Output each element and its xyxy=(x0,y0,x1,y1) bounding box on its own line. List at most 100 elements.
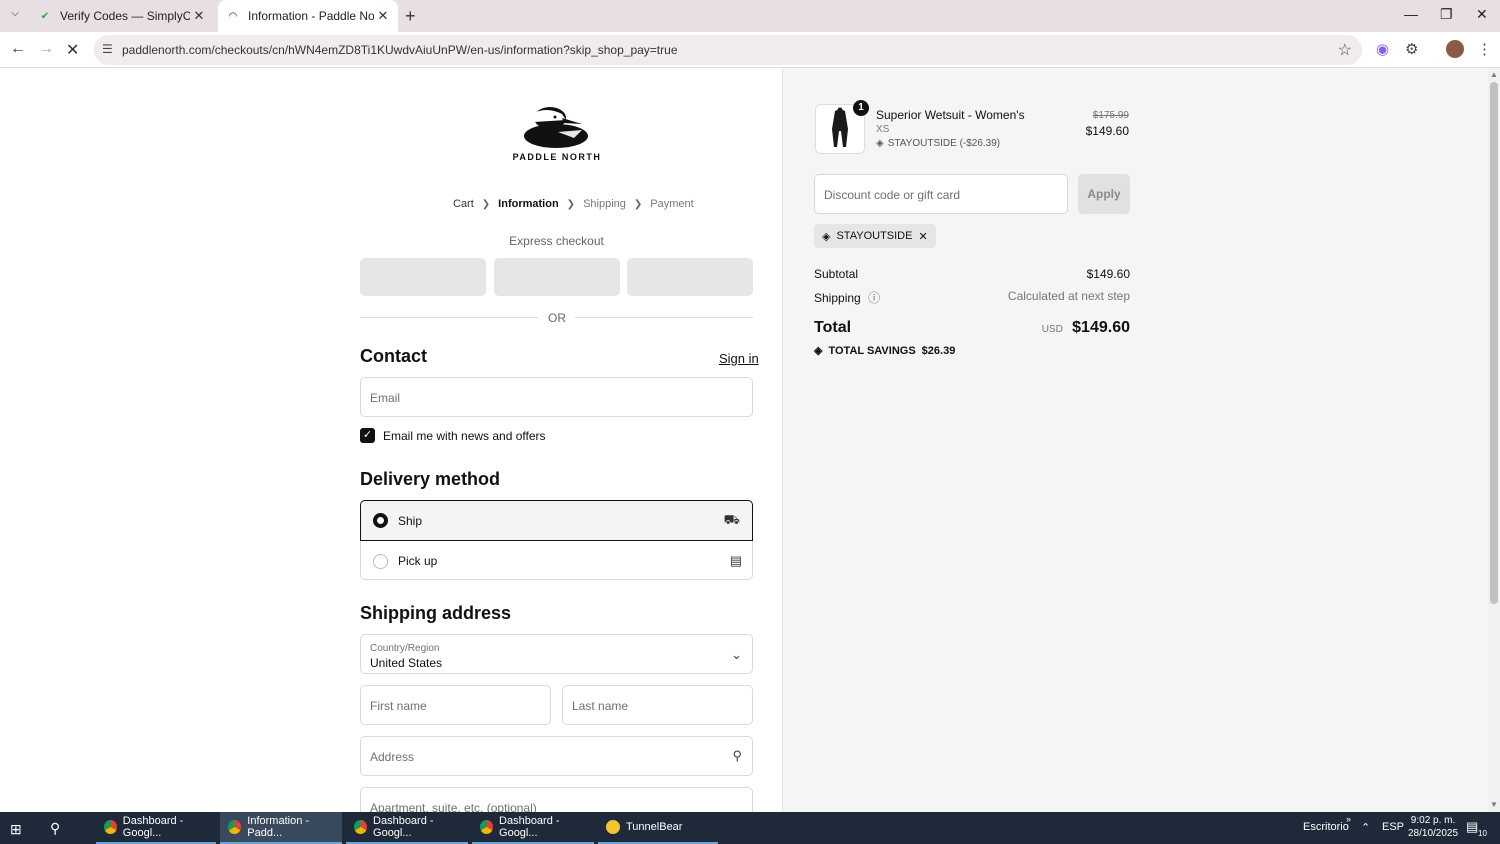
chevron-right-icon: ❯ xyxy=(481,198,491,210)
new-tab-icon[interactable]: + xyxy=(405,6,416,27)
express-checkout-button-1[interactable] xyxy=(360,258,486,296)
back-icon[interactable]: ← xyxy=(10,40,26,58)
taskbar-item-chrome-2[interactable]: Information - Padd... xyxy=(220,812,342,844)
sign-in-link[interactable]: Sign in xyxy=(719,351,759,366)
subtotal-label: Subtotal xyxy=(814,267,859,281)
chrome-icon xyxy=(354,820,368,834)
close-tab-icon[interactable]: ✕ xyxy=(374,8,392,24)
newsletter-checkbox[interactable]: ✓ xyxy=(360,428,375,443)
system-clock[interactable]: 9:02 p. m. 28/10/2025 xyxy=(1408,814,1458,840)
bookmark-star-icon[interactable]: ☆ xyxy=(1338,40,1352,60)
last-name-field[interactable]: Last name xyxy=(562,685,753,725)
newsletter-option[interactable]: ✓ Email me with news and offers xyxy=(360,428,546,443)
scroll-down-icon[interactable]: ▼ xyxy=(1490,800,1498,809)
shipping-label-wrap: Shipping ⓘ xyxy=(814,289,880,306)
total-label: Total xyxy=(814,319,852,336)
express-checkout-label: Express checkout xyxy=(509,234,604,248)
applied-discount-chip: ◈ STAYOUTSIDE ✕ xyxy=(814,224,936,248)
total-amount: $149.60 xyxy=(1072,319,1130,336)
total-row: Total USD $149.60 xyxy=(814,319,1130,341)
address-placeholder: Address xyxy=(370,750,415,764)
apply-button[interactable]: Apply xyxy=(1078,174,1130,214)
tab-strip: ⌵ ✔ Verify Codes — SimplyCodes ✕ ◠ Infor… xyxy=(0,0,1500,32)
close-window-icon[interactable]: ✕ xyxy=(1476,6,1488,23)
contact-heading: Contact xyxy=(360,346,427,366)
site-info-icon[interactable]: ☰ xyxy=(102,42,113,56)
country-select[interactable]: Country/Region United States ⌄ xyxy=(360,634,753,674)
breadcrumb: Cart ❯ Information ❯ Shipping ❯ Payment xyxy=(453,198,694,210)
tab-simplycodes[interactable]: ✔ Verify Codes — SimplyCodes ✕ xyxy=(30,0,214,32)
scrollbar-thumb[interactable] xyxy=(1490,82,1498,604)
product-variant: XS xyxy=(876,124,890,135)
tunnelbear-icon xyxy=(606,820,620,834)
search-icon[interactable]: ⚲ xyxy=(50,820,60,837)
breadcrumb-information: Information xyxy=(498,198,559,210)
country-label: Country/Region xyxy=(370,643,440,654)
tab-paddle-north[interactable]: ◠ Information - Paddle North - Ch ✕ xyxy=(218,0,398,32)
email-field[interactable]: Email xyxy=(360,377,753,417)
delivery-option-ship[interactable]: Ship ⛟ xyxy=(360,500,753,541)
tab-search-button[interactable]: ⌵ xyxy=(6,8,24,24)
scroll-up-icon[interactable]: ▲ xyxy=(1490,70,1498,79)
tab-title: Information - Paddle North - Ch xyxy=(248,9,374,23)
close-tab-icon[interactable]: ✕ xyxy=(190,8,208,24)
quantity-badge: 1 xyxy=(853,100,869,116)
savings-label: TOTAL SAVINGS xyxy=(828,344,916,357)
extension-simplycodes-icon[interactable]: ◉ xyxy=(1376,40,1389,58)
store-icon: ▤ xyxy=(729,553,742,568)
product-price: $149.60 xyxy=(1085,124,1129,138)
shipping-value: Calculated at next step xyxy=(1007,289,1130,303)
tag-icon: ◈ xyxy=(822,230,831,243)
taskbar-item-chrome-4[interactable]: Dashboard - Googl... xyxy=(472,812,594,844)
browser-toolbar: ← → ✕ ☰ paddlenorth.com/checkouts/cn/hWN… xyxy=(0,32,1500,68)
discount-code-placeholder: Discount code or gift card xyxy=(824,188,961,202)
clock-time: 9:02 p. m. xyxy=(1410,815,1456,826)
breadcrumb-cart[interactable]: Cart xyxy=(453,198,474,210)
restore-icon[interactable]: ❐ xyxy=(1440,6,1453,23)
extensions-puzzle-icon[interactable]: ⚙ xyxy=(1405,40,1418,58)
first-name-field[interactable]: First name xyxy=(360,685,551,725)
stop-loading-icon[interactable]: ✕ xyxy=(66,40,79,60)
tag-icon: ◈ xyxy=(876,138,884,149)
input-language[interactable]: ESP xyxy=(1382,821,1404,833)
windows-start-icon[interactable]: ⊞ xyxy=(10,821,22,838)
breadcrumb-shipping: Shipping xyxy=(583,198,626,210)
tray-chevron-up-icon[interactable]: ⌃ xyxy=(1361,821,1370,834)
menu-kebab-icon[interactable]: ⋮ xyxy=(1477,40,1492,58)
apartment-field[interactable]: Apartment, suite, etc. (optional) xyxy=(360,787,753,812)
url-text[interactable]: paddlenorth.com/checkouts/cn/hWN4emZD8Ti… xyxy=(122,43,678,57)
toolbar-expand-icon[interactable]: » xyxy=(1346,814,1351,824)
discount-code-field[interactable]: Discount code or gift card xyxy=(814,174,1068,214)
truck-icon: ⛟ xyxy=(723,511,740,527)
delivery-option-pickup[interactable]: Pick up ▤ xyxy=(361,541,754,581)
page-scrollbar[interactable]: ▲ ▼ xyxy=(1488,68,1500,812)
pickup-label: Pick up xyxy=(398,554,438,568)
help-circle-icon[interactable]: ⓘ xyxy=(868,291,880,305)
address-bar[interactable]: ☰ paddlenorth.com/checkouts/cn/hWN4emZD8… xyxy=(94,35,1362,65)
notification-center-icon[interactable]: ▤ xyxy=(1466,819,1478,835)
or-text: OR xyxy=(548,311,566,325)
remove-discount-icon[interactable]: ✕ xyxy=(918,230,927,243)
paddle-north-logo[interactable]: PADDLE NORTH xyxy=(512,104,602,168)
taskbar-item-tunnelbear[interactable]: TunnelBear xyxy=(598,812,718,844)
ship-radio[interactable] xyxy=(373,513,388,528)
forward-icon[interactable]: → xyxy=(38,40,54,58)
checkout-page: PADDLE NORTH Cart ❯ Information ❯ Shippi… xyxy=(0,68,1488,812)
address-field[interactable]: Address ⚲ xyxy=(360,736,753,776)
subtotal-value: $149.60 xyxy=(1086,267,1130,281)
taskbar-item-chrome-1[interactable]: Dashboard - Googl... xyxy=(96,812,216,844)
first-name-placeholder: First name xyxy=(370,699,427,713)
taskbar-item-label: Dashboard - Googl... xyxy=(499,815,560,839)
chevron-right-icon: ❯ xyxy=(633,198,643,210)
minimize-icon[interactable]: — xyxy=(1404,6,1418,22)
express-checkout-button-3[interactable] xyxy=(627,258,753,296)
desktop-toolbar-label[interactable]: Escritorio xyxy=(1303,821,1349,833)
express-checkout-button-2[interactable] xyxy=(494,258,620,296)
shipping-address-heading: Shipping address xyxy=(360,603,512,623)
total-savings: ◈ TOTAL SAVINGS $26.39 xyxy=(814,344,955,358)
taskbar-item-chrome-3[interactable]: Dashboard - Googl... xyxy=(346,812,468,844)
pickup-radio[interactable] xyxy=(373,553,388,569)
chrome-icon xyxy=(228,820,242,834)
notification-count: 10 xyxy=(1478,829,1487,838)
profile-avatar[interactable] xyxy=(1446,40,1464,58)
